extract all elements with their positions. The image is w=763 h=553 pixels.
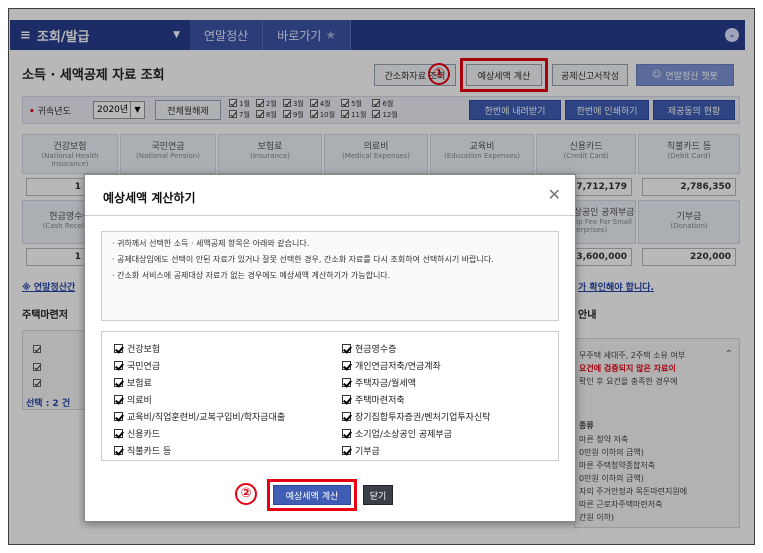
item-label: 의료비 — [127, 396, 152, 406]
close-icon[interactable]: ✕ — [548, 185, 561, 204]
item-label: 장기집합투자증권/벤처기업투자신탁 — [355, 413, 491, 423]
item-donation[interactable]: 기부금 — [342, 444, 380, 457]
item-label: 건강보험 — [127, 345, 161, 355]
item-pension-savings[interactable]: 개인연금저축/연금계좌 — [342, 359, 441, 372]
item-label: 현금영수증 — [355, 345, 397, 355]
item-insurance[interactable]: 보험료 — [114, 376, 152, 389]
calculate-estimate-label: 예상세액 계산 — [285, 491, 339, 502]
item-housing-savings[interactable]: 주택마련저축 — [342, 393, 405, 406]
item-label: 국민연금 — [127, 362, 161, 372]
close-dialog-button[interactable]: 닫기 — [363, 485, 393, 505]
item-label: 개인연금저축/연금계좌 — [355, 362, 441, 372]
close-dialog-label: 닫기 — [369, 491, 387, 502]
item-investment[interactable]: 장기집합투자증권/벤처기업투자신탁 — [342, 410, 491, 423]
item-label: 교육비/직업훈련비/교복구입비/학자금대출 — [127, 413, 286, 423]
item-small-business[interactable]: 소기업/소상공인 공제부금 — [342, 427, 452, 440]
item-credit-card[interactable]: 신용카드 — [114, 427, 160, 440]
item-cash-receipt[interactable]: 현금영수증 — [342, 342, 396, 355]
dialog-title: 예상세액 계산하기 — [103, 191, 196, 205]
item-label: 소기업/소상공인 공제부금 — [355, 430, 452, 440]
notice-line: · 공제대상임에도 선택이 안된 자료가 있거나 잘못 선택한 경우, 간소화 … — [112, 255, 494, 264]
notice-line: · 간소화 서비스에 공제대상 자료가 없는 경우에도 예상세액 계산하기가 가… — [112, 271, 391, 280]
item-education[interactable]: 교육비/직업훈련비/교복구입비/학자금대출 — [114, 410, 285, 423]
divider — [85, 215, 575, 216]
item-medical[interactable]: 의료비 — [114, 393, 152, 406]
item-housing-fund[interactable]: 주택자금/월세액 — [342, 376, 416, 389]
selected-items: 건강보험 국민연금 보험료 의료비 교육비/직업훈련비/교복구입비/학자금대출 … — [101, 331, 559, 461]
calculate-estimate-button[interactable]: 예상세액 계산 — [273, 485, 351, 505]
item-label: 보험료 — [127, 379, 152, 389]
item-debit-card[interactable]: 직불카드 등 — [114, 444, 171, 457]
annotation-2: ② — [235, 483, 257, 505]
item-label: 직불카드 등 — [127, 447, 172, 457]
estimate-tax-dialog: 예상세액 계산하기 ✕ · 귀하께서 선택한 소득 · 세액공제 항목은 아래와… — [84, 174, 576, 522]
item-pension[interactable]: 국민연금 — [114, 359, 160, 372]
item-label: 주택마련저축 — [355, 396, 405, 406]
item-label: 기부금 — [355, 447, 380, 457]
item-label: 주택자금/월세액 — [355, 379, 416, 389]
notice-line: · 귀하께서 선택한 소득 · 세액공제 항목은 아래와 같습니다. — [112, 239, 310, 248]
item-label: 신용카드 — [127, 430, 161, 440]
item-health[interactable]: 건강보험 — [114, 342, 160, 355]
notice-box: · 귀하께서 선택한 소득 · 세액공제 항목은 아래와 같습니다. · 공제대… — [101, 231, 559, 321]
